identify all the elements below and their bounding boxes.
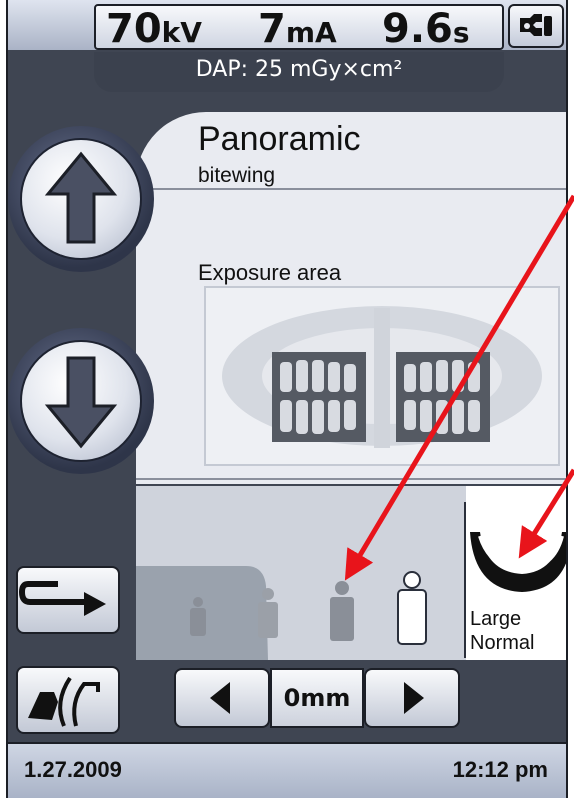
patient-size-large-icon[interactable]: [330, 581, 354, 641]
panoramic-xray-image: [206, 288, 558, 464]
exposure-area-image: [204, 286, 560, 466]
scroll-up-face: [20, 138, 142, 260]
divider: [464, 502, 466, 658]
wrench-icon: [520, 14, 552, 36]
patient-positioning-icon: [28, 676, 100, 727]
time-readout: 9.6s: [382, 6, 470, 52]
arrow-up-icon: [44, 151, 118, 244]
scroll-up-button[interactable]: [8, 126, 154, 272]
program-panel: Panoramic bitewing Exposure area: [136, 112, 566, 484]
arrow-down-icon: [44, 356, 118, 449]
patient-positioning-button[interactable]: [16, 666, 120, 734]
service-tools-button[interactable]: [508, 4, 564, 48]
jaw-size-label: Large: [470, 608, 522, 630]
jaw-shape-label: Normal: [470, 632, 535, 654]
triangle-left-icon: [210, 682, 230, 714]
jaw-arch-icon: [470, 532, 566, 592]
status-bar: 1.27.2009 12:12 pm: [8, 742, 566, 798]
dap-readout: DAP: 25 mGy×cm²: [94, 52, 504, 92]
triangle-right-icon: [404, 682, 424, 714]
divider: [136, 478, 566, 480]
scroll-down-button[interactable]: [8, 328, 154, 474]
offset-value: 0mm: [270, 668, 364, 728]
program-subtitle: bitewing: [198, 164, 276, 187]
xray-control-screen: 70kV 7mA 9.6s DAP: 25 mGy×cm² Panoramic …: [6, 0, 568, 798]
status-date: 1.27.2009: [24, 757, 122, 782]
decrease-button[interactable]: [174, 668, 270, 728]
exposure-parameters: 70kV 7mA 9.6s: [94, 4, 504, 50]
status-time: 12:12 pm: [452, 757, 548, 782]
return-button[interactable]: [16, 566, 120, 634]
scroll-down-face: [20, 340, 142, 462]
return-arrow-icon: [18, 581, 106, 616]
patient-size-selector: [136, 566, 427, 660]
increase-button[interactable]: [364, 668, 460, 728]
divider: [136, 188, 566, 190]
program-title: Panoramic: [198, 120, 361, 158]
patient-size-xlarge-icon[interactable]: [397, 571, 427, 645]
ma-readout: 7mA: [258, 6, 337, 52]
kv-readout: 70kV: [106, 6, 202, 52]
exposure-area-label: Exposure area: [198, 260, 342, 285]
